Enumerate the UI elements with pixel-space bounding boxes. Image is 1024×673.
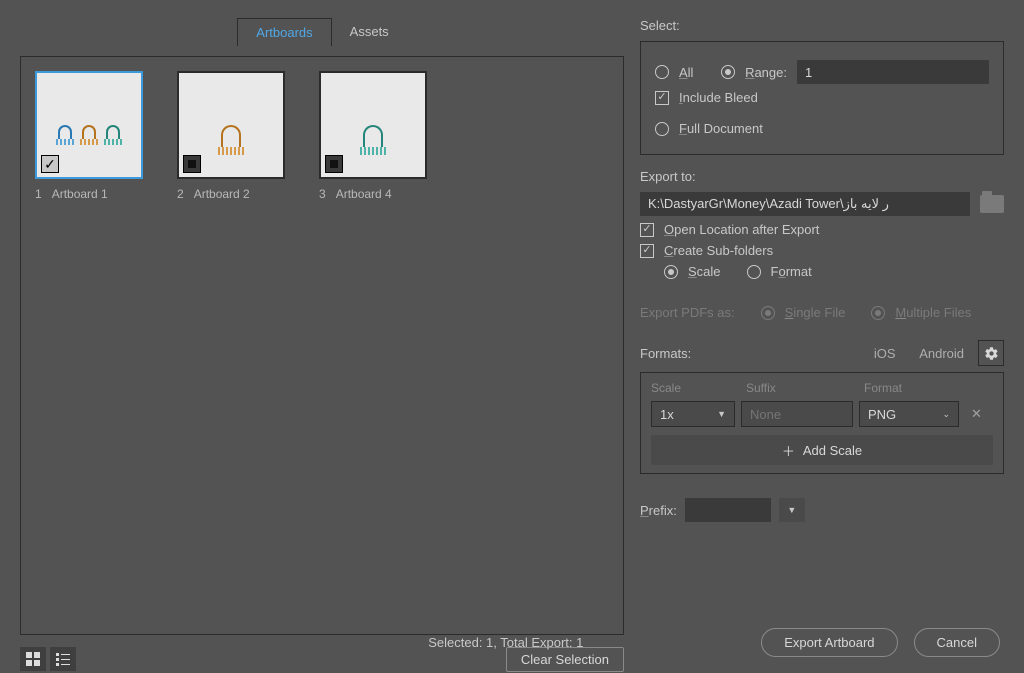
radio-full-document[interactable] bbox=[655, 122, 669, 136]
artboard-checkbox[interactable]: ✓ bbox=[41, 155, 59, 173]
check-open-location[interactable]: ✓ bbox=[640, 223, 654, 237]
cancel-button[interactable]: Cancel bbox=[914, 628, 1000, 657]
create-subfolders-label[interactable]: Create Sub-folders bbox=[664, 243, 773, 258]
col-suffix: Suffix bbox=[746, 381, 864, 395]
radio-all[interactable] bbox=[655, 65, 669, 79]
remove-format-icon[interactable]: ✕ bbox=[965, 406, 988, 422]
single-file-label: Single File bbox=[785, 305, 846, 320]
check-include-bleed[interactable]: ✓ bbox=[655, 91, 669, 105]
prefix-dropdown[interactable]: ▼ bbox=[779, 498, 805, 522]
radio-all-label[interactable]: All bbox=[679, 65, 693, 80]
artboard-number: 3 bbox=[319, 187, 326, 201]
include-bleed-label[interactable]: Include Bleed bbox=[679, 90, 758, 105]
artboard-name: Artboard 4 bbox=[336, 187, 392, 201]
artboard-name: Artboard 1 bbox=[52, 187, 108, 201]
suffix-input[interactable] bbox=[741, 401, 853, 427]
radio-subfolder-format[interactable] bbox=[747, 265, 761, 279]
artboard-thumbnail[interactable] bbox=[177, 71, 285, 179]
col-scale: Scale bbox=[651, 381, 746, 395]
artboard-number: 1 bbox=[35, 187, 42, 201]
plus-icon: ＋ bbox=[782, 441, 795, 460]
preset-ios[interactable]: iOS bbox=[874, 346, 896, 361]
radio-range-label[interactable]: Range: bbox=[745, 65, 787, 80]
artboard-checkbox[interactable] bbox=[325, 155, 343, 173]
tab-artboards[interactable]: Artboards bbox=[237, 18, 331, 46]
select-label: Select: bbox=[640, 18, 1004, 33]
artboard-thumbnail[interactable] bbox=[319, 71, 427, 179]
artboard-item[interactable]: 3 Artboard 4 bbox=[319, 71, 427, 201]
folder-icon[interactable] bbox=[980, 195, 1004, 213]
range-input[interactable] bbox=[797, 60, 989, 84]
full-document-label[interactable]: Full Document bbox=[679, 121, 763, 136]
export-path-input[interactable] bbox=[640, 192, 970, 216]
format-dropdown[interactable]: PNG⌄ bbox=[859, 401, 959, 427]
add-scale-button[interactable]: ＋ Add Scale bbox=[651, 435, 993, 465]
radio-single-file bbox=[761, 306, 775, 320]
prefix-label: Prefix: bbox=[640, 503, 677, 518]
export-artboard-button[interactable]: Export Artboard bbox=[761, 628, 897, 657]
prefix-input[interactable] bbox=[685, 498, 771, 522]
preset-android[interactable]: Android bbox=[919, 346, 964, 361]
artboard-item[interactable]: 2 Artboard 2 bbox=[177, 71, 285, 201]
tab-assets[interactable]: Assets bbox=[332, 18, 407, 46]
radio-range[interactable] bbox=[721, 65, 735, 79]
artboard-checkbox[interactable] bbox=[183, 155, 201, 173]
artboard-panel: ✓ 1 Artboard 1 2 bbox=[20, 56, 624, 635]
col-format: Format bbox=[864, 381, 993, 395]
subfolder-scale-label[interactable]: Scale bbox=[688, 264, 721, 279]
multiple-files-label: Multiple Files bbox=[895, 305, 971, 320]
export-pdfs-label: Export PDFs as: bbox=[640, 305, 735, 320]
radio-subfolder-scale[interactable] bbox=[664, 265, 678, 279]
artboard-number: 2 bbox=[177, 187, 184, 201]
check-create-subfolders[interactable]: ✓ bbox=[640, 244, 654, 258]
artboard-item[interactable]: ✓ 1 Artboard 1 bbox=[35, 71, 143, 201]
open-location-label[interactable]: Open Location after Export bbox=[664, 222, 819, 237]
radio-multiple-files bbox=[871, 306, 885, 320]
gear-icon[interactable] bbox=[978, 340, 1004, 366]
formats-label: Formats: bbox=[640, 346, 691, 361]
artboard-thumbnail[interactable]: ✓ bbox=[35, 71, 143, 179]
scale-dropdown[interactable]: 1x▼ bbox=[651, 401, 735, 427]
subfolder-format-label[interactable]: Format bbox=[771, 264, 812, 279]
export-to-label: Export to: bbox=[640, 169, 1004, 184]
status-text: Selected: 1, Total Export: 1 bbox=[428, 635, 583, 650]
artboard-name: Artboard 2 bbox=[194, 187, 250, 201]
